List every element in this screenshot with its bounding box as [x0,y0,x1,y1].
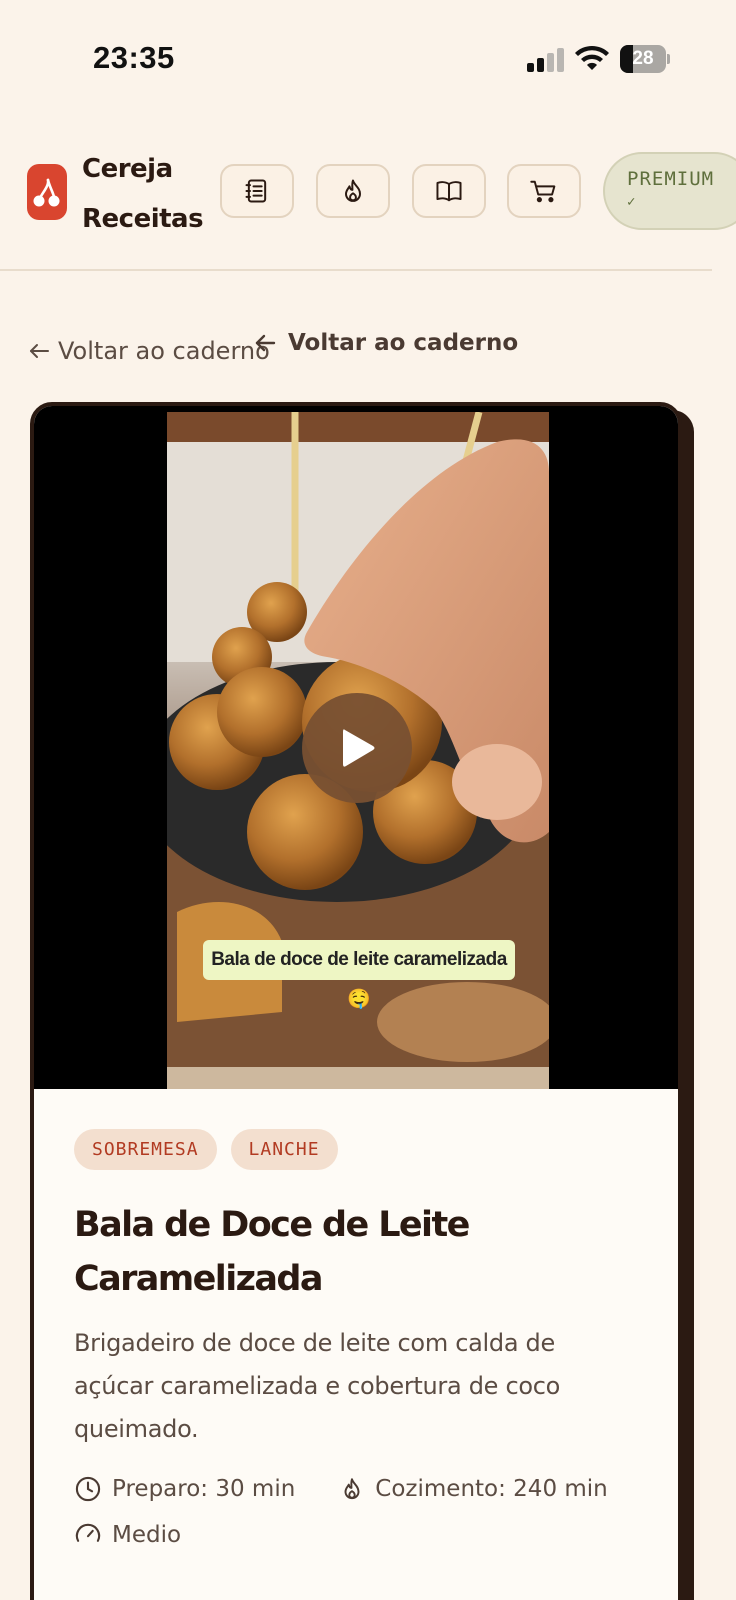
book-open-icon [436,181,462,202]
notebook-button[interactable] [220,164,294,218]
tag-list: SOBREMESA LANCHE [74,1129,638,1170]
difficulty: Medio [74,1521,181,1549]
tag-lanche[interactable]: LANCHE [230,1129,338,1170]
recipe-details: SOBREMESA LANCHE Bala de Doce de Leite C… [34,1089,678,1549]
recipe-title: Bala de Doce de Leite Caramelizada [74,1205,470,1299]
app-header: Cereja Receitas PREMIUM ✓ [0,140,736,270]
cart-icon [530,180,556,203]
cook-time: Cozimento: 240 min [339,1475,608,1503]
arrow-left-icon [30,344,49,358]
battery-level: 28 [632,48,654,69]
back-button[interactable]: Voltar ao caderno [254,330,518,356]
cherry-logo-icon[interactable] [27,164,67,220]
flame-icon [345,179,361,202]
video-player[interactable]: Bala de doce de leite caramelizada 🤤 [34,406,678,1089]
video-caption: Bala de doce de leite caramelizada 🤤 [203,940,515,1010]
status-time: 23:35 [93,40,175,75]
brand-name[interactable]: Cereja Receitas [82,144,212,244]
back-link-label: Voltar ao caderno [58,337,270,365]
clock-icon [75,1476,101,1502]
header-divider [0,269,712,271]
difficulty-label: Medio [112,1522,182,1548]
prep-time: Preparo: 30 min [74,1475,295,1503]
recipe-card: Bala de doce de leite caramelizada 🤤 SOB… [30,402,682,1600]
tag-sobremesa[interactable]: SOBREMESA [74,1129,217,1170]
battery-icon: 28 [620,45,670,73]
arrow-left-icon [255,334,276,352]
brand-line-2: Receitas [82,204,204,234]
check-icon: ✓ [627,194,637,210]
flame-icon [344,1478,360,1500]
wifi-icon [575,45,609,70]
premium-label: PREMIUM [627,168,715,190]
play-icon [343,729,375,767]
back-button-label: Voltar ao caderno [288,330,519,356]
cook-time-label: Cozimento: 240 min [375,1476,608,1502]
trending-button[interactable] [316,164,390,218]
play-button[interactable] [302,693,412,803]
status-bar: 23:35 28 [0,0,736,120]
premium-badge[interactable]: PREMIUM ✓ [603,152,736,230]
prep-time-label: Preparo: 30 min [112,1476,296,1502]
cart-button[interactable] [507,164,581,218]
recipe-meta-difficulty: Medio [74,1521,638,1549]
library-button[interactable] [412,164,486,218]
notebook-icon [245,179,267,203]
brand-line-1: Cereja [82,154,173,184]
recipe-description: Brigadeiro de doce de leite com calda de… [74,1329,560,1443]
back-link[interactable]: Voltar ao caderno [28,337,270,365]
recipe-meta: Preparo: 30 min Cozimento: 240 min [74,1475,638,1503]
signal-icon [527,46,567,72]
gauge-icon [75,1523,101,1542]
